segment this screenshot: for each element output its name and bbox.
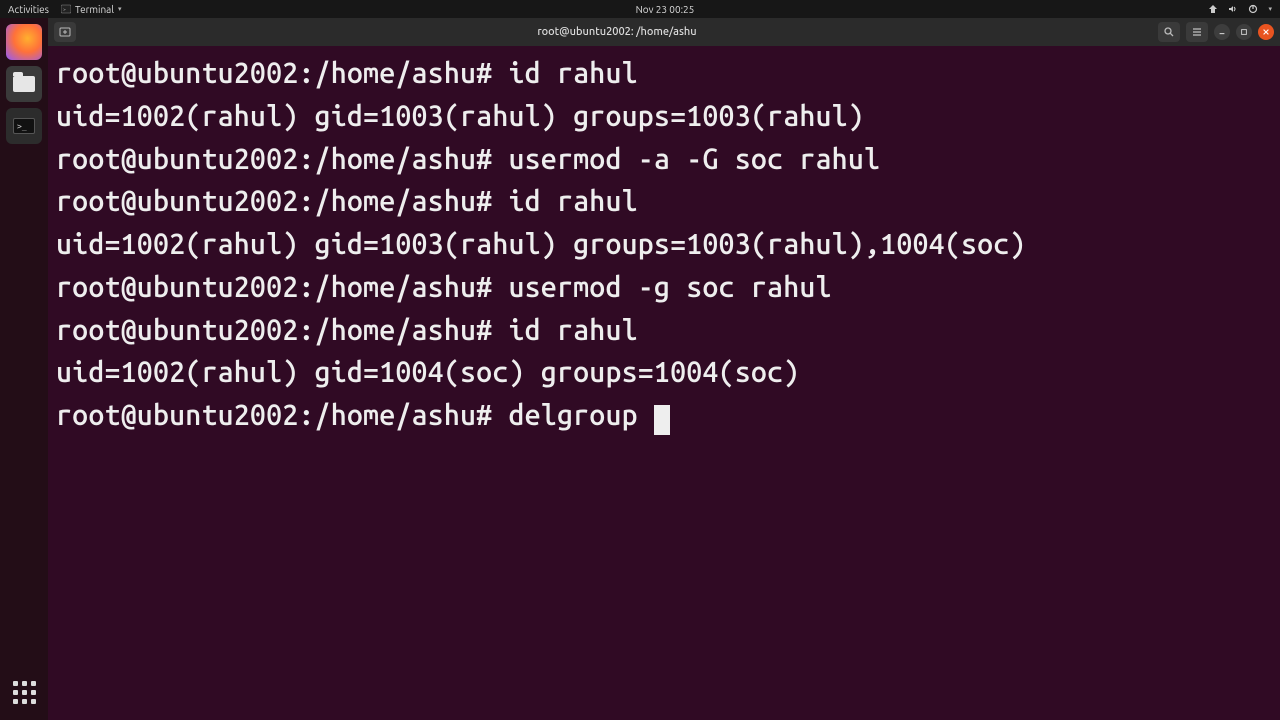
window-titlebar[interactable]: root@ubuntu2002: /home/ashu <box>48 18 1280 46</box>
app-menu-label: Terminal <box>75 4 114 15</box>
show-applications-button[interactable] <box>6 674 42 710</box>
hamburger-icon <box>1191 26 1203 38</box>
close-button[interactable] <box>1258 24 1274 40</box>
volume-icon[interactable] <box>1228 4 1238 14</box>
search-button[interactable] <box>1158 22 1180 42</box>
terminal-output[interactable]: root@ubuntu2002:/home/ashu# id rahul uid… <box>48 46 1280 720</box>
power-icon[interactable] <box>1248 4 1258 14</box>
folder-icon <box>13 76 35 92</box>
dock-app-terminal[interactable]: >_ <box>6 108 42 144</box>
dock-app-firefox[interactable] <box>6 24 42 60</box>
search-icon <box>1163 26 1175 38</box>
activities-button[interactable]: Activities <box>8 4 49 15</box>
terminal-icon: >_ <box>13 118 35 134</box>
gnome-top-panel: Activities > Terminal ▾ Nov 23 00:25 ▾ <box>0 0 1280 18</box>
terminal-window: root@ubuntu2002: /home/ashu root@ubuntu2… <box>48 18 1280 720</box>
clock-label[interactable]: Nov 23 00:25 <box>121 4 1208 15</box>
dock-app-files[interactable] <box>6 66 42 102</box>
minimize-icon <box>1218 28 1226 36</box>
system-menu-chevron-icon[interactable]: ▾ <box>1268 5 1272 13</box>
maximize-button[interactable] <box>1236 24 1252 40</box>
minimize-button[interactable] <box>1214 24 1230 40</box>
dock: >_ <box>0 18 48 720</box>
terminal-icon: > <box>61 4 71 14</box>
chevron-down-icon: ▾ <box>118 5 122 13</box>
hamburger-menu-button[interactable] <box>1186 22 1208 42</box>
terminal-cursor <box>654 405 670 435</box>
close-icon <box>1262 28 1270 36</box>
svg-text:>: > <box>63 6 66 12</box>
network-icon[interactable] <box>1208 4 1218 14</box>
app-menu-button[interactable]: > Terminal ▾ <box>61 4 121 15</box>
new-tab-button[interactable] <box>54 22 76 42</box>
maximize-icon <box>1240 28 1248 36</box>
window-title: root@ubuntu2002: /home/ashu <box>76 26 1158 38</box>
new-tab-icon <box>59 26 71 38</box>
